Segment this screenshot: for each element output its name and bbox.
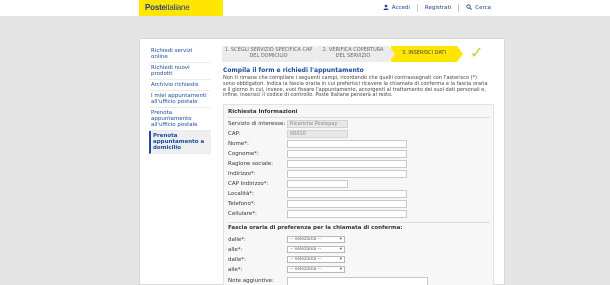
cellulare-label: Cellulare*: [228, 211, 257, 217]
logo-rest-text: italiane [165, 3, 190, 12]
checkmark-icon: ✓ [470, 43, 484, 62]
note-textarea[interactable] [287, 277, 428, 285]
alle-label: alle*: [228, 247, 243, 253]
field-servizio: Servizio di interesse: Ricariche Postepa… [228, 120, 490, 129]
telefono-input[interactable] [287, 200, 407, 208]
ragione-sociale-input[interactable] [287, 160, 407, 168]
select-value: -- seleziona -- [290, 247, 322, 252]
accedi-label: Accedi [391, 5, 410, 11]
step-1-label: 1. SCEGLI SERVIZIO SPECIFICA CAP DEL DOM… [224, 47, 313, 59]
time-row-dalle-1: dalle*: -- seleziona -- ▾ [228, 236, 490, 245]
cap-label: CAP: [228, 131, 241, 137]
appointment-form: Richiesta Informazioni Servizio di inter… [223, 104, 494, 285]
chevron-down-icon: ▾ [339, 247, 342, 252]
section-title-fascia-oraria: Fascia oraria di preferenza per la chiam… [228, 225, 403, 231]
dalle-label: dalle*: [228, 257, 246, 263]
field-note: Note aggiuntive: [228, 277, 490, 285]
localita-label: Località*: [228, 191, 254, 197]
sidebar-item-prenota-ufficio[interactable]: Prenota appuntamento all'ufficio postale [149, 108, 211, 131]
cognome-label: Cognome*: [228, 151, 259, 157]
top-bar: Posteitaliane Accedi Registrati Cerca [0, 0, 610, 16]
sidebar: Richiedi servizi online Richiedi nuovi p… [149, 46, 211, 154]
sidebar-item-nuovi-prodotti[interactable]: Richiedi nuovi prodotti [149, 63, 211, 80]
field-indirizzo: Indirizzo*: [228, 170, 490, 179]
page-title: Compila il form e richiedi l'appuntament… [223, 67, 364, 74]
cap-indirizzo-label: CAP Indirizzo*: [228, 181, 269, 187]
step-arrow [315, 46, 321, 62]
sidebar-item-prenota-domicilio[interactable]: Prenota appuntamento a domicilio [149, 131, 211, 154]
time-row-alle-1: alle*: -- seleziona -- ▾ [228, 246, 490, 255]
field-nome: Nome*: [228, 140, 490, 149]
section-divider [228, 222, 490, 223]
ragione-sociale-label: Ragione sociale: [228, 161, 273, 167]
dalle-select[interactable]: -- seleziona -- ▾ [287, 236, 345, 243]
alle-label: alle*: [228, 267, 243, 273]
indirizzo-label: Indirizzo*: [228, 171, 256, 177]
section-divider [228, 117, 490, 118]
step-3-label: 3. INSERISCI DATI [402, 50, 446, 57]
user-icon [383, 4, 389, 12]
step-1: 1. SCEGLI SERVIZIO SPECIFICA CAP DEL DOM… [222, 46, 321, 62]
field-cap: CAP: 00010 [228, 130, 490, 139]
field-ragione-sociale: Ragione sociale: [228, 160, 490, 169]
logo-bold-text: Poste [145, 3, 166, 12]
cerca-link[interactable]: Cerca [459, 4, 498, 12]
telefono-label: Telefono*: [228, 201, 256, 207]
cap-field: 00010 [287, 130, 348, 138]
field-cognome: Cognome*: [228, 150, 490, 159]
cognome-input[interactable] [287, 150, 407, 158]
chevron-down-icon: ▾ [339, 267, 342, 272]
intro-block: Compila il form e richiedi l'appuntament… [223, 67, 491, 99]
step-2: 2. VERIFICA COPERTURA DEL SERVIZIO [317, 46, 395, 62]
step-3-current: 3. INSERISCI DATI [391, 46, 463, 62]
field-localita: Località*: [228, 190, 490, 199]
main-panel: Richiedi servizi online Richiedi nuovi p… [139, 38, 505, 285]
indirizzo-input[interactable] [287, 170, 407, 178]
time-row-dalle-2: dalle*: -- seleziona -- ▾ [228, 256, 490, 265]
cap-indirizzo-input[interactable] [287, 180, 348, 188]
servizio-label: Servizio di interesse: [228, 121, 286, 127]
cerca-label: Cerca [475, 5, 491, 11]
chevron-down-icon: ▾ [339, 237, 342, 242]
localita-input[interactable] [287, 190, 407, 198]
search-icon [466, 4, 473, 12]
field-cap-indirizzo: CAP Indirizzo*: [228, 180, 490, 189]
step-arrow [389, 46, 395, 62]
section-title-info: Richiesta Informazioni [228, 109, 298, 115]
nome-input[interactable] [287, 140, 407, 148]
step-arrow [457, 46, 463, 62]
servizio-field: Ricariche Postepay [287, 120, 348, 128]
dalle-select[interactable]: -- seleziona -- ▾ [287, 256, 345, 263]
registrati-link[interactable]: Registrati [418, 5, 458, 11]
dalle-label: dalle*: [228, 237, 246, 243]
time-row-alle-2: alle*: -- seleziona -- ▾ [228, 266, 490, 275]
top-navigation: Accedi Registrati Cerca [376, 4, 498, 12]
note-label: Note aggiuntive: [228, 278, 274, 284]
registrati-label: Registrati [424, 5, 452, 11]
field-telefono: Telefono*: [228, 200, 490, 209]
nome-label: Nome*: [228, 141, 249, 147]
alle-select[interactable]: -- seleziona -- ▾ [287, 266, 345, 273]
alle-select[interactable]: -- seleziona -- ▾ [287, 246, 345, 253]
step-2-label: 2. VERIFICA COPERTURA DEL SERVIZIO [322, 47, 384, 59]
sidebar-item-richiedi-servizi[interactable]: Richiedi servizi online [149, 46, 211, 63]
wizard-steps: 1. SCEGLI SERVIZIO SPECIFICA CAP DEL DOM… [222, 46, 482, 62]
chevron-down-icon: ▾ [339, 257, 342, 262]
select-value: -- seleziona -- [290, 237, 322, 242]
poste-italiane-logo[interactable]: Posteitaliane [139, 0, 223, 16]
sidebar-item-archivio[interactable]: Archivio richieste [149, 80, 211, 91]
select-value: -- seleziona -- [290, 267, 322, 272]
select-value: -- seleziona -- [290, 257, 322, 262]
intro-text: Non ti rimane che compilare i seguenti c… [223, 75, 488, 99]
cellulare-input[interactable] [287, 210, 407, 218]
sidebar-item-miei-appuntamenti[interactable]: I miei appuntamenti all'ufficio postale [149, 91, 211, 108]
accedi-link[interactable]: Accedi [376, 4, 417, 12]
field-cellulare: Cellulare*: [228, 210, 490, 219]
